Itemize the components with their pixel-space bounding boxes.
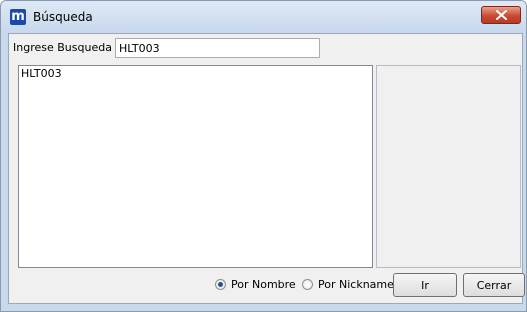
search-input[interactable] — [115, 38, 320, 58]
list-item[interactable]: HLT003 — [19, 66, 372, 82]
radio-por-nickname-label: Por Nickname — [318, 278, 394, 291]
window-title: Búsqueda — [33, 10, 93, 24]
go-button[interactable]: Ir — [393, 273, 457, 297]
window-bottom-border — [8, 304, 523, 309]
title-bar[interactable]: m Búsqueda — [1, 1, 526, 33]
radio-por-nickname[interactable]: Por Nickname — [302, 278, 394, 291]
close-button[interactable]: Cerrar — [463, 273, 525, 297]
close-icon — [496, 10, 507, 20]
search-dialog-window: m Búsqueda Ingrese Busqueda HLT003 Por N… — [0, 0, 527, 312]
app-logo-icon: m — [10, 9, 26, 25]
results-list[interactable]: HLT003 — [18, 65, 373, 268]
search-label: Ingrese Busqueda — [13, 41, 112, 54]
preview-panel — [376, 65, 521, 268]
radio-checked-icon[interactable] — [215, 279, 226, 290]
radio-por-nombre-label: Por Nombre — [231, 278, 296, 291]
close-window-button[interactable] — [481, 6, 521, 24]
radio-unchecked-icon[interactable] — [302, 279, 313, 290]
radio-por-nombre[interactable]: Por Nombre — [215, 278, 296, 291]
